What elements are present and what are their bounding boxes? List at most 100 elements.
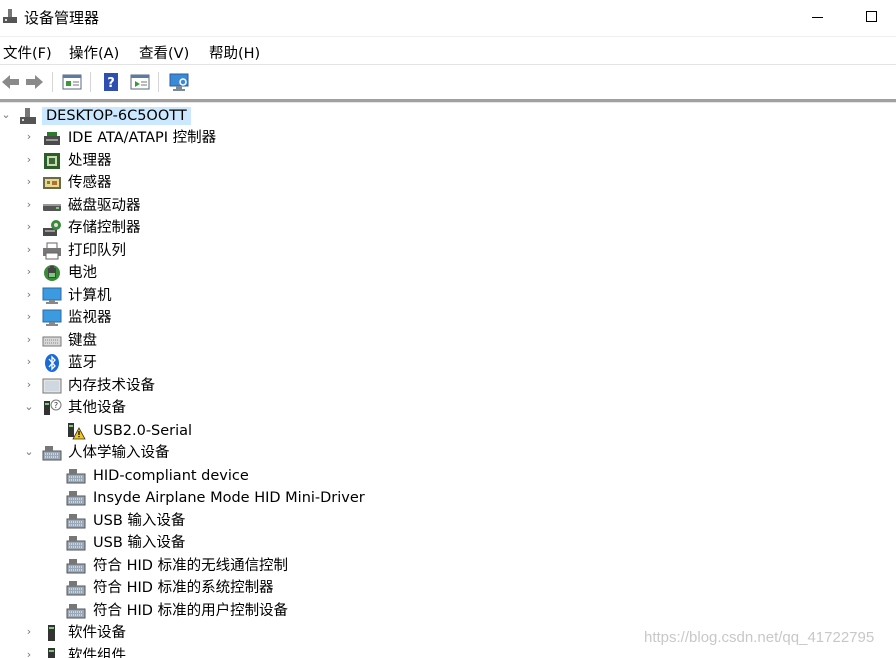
update-driver-icon[interactable] xyxy=(129,71,151,93)
disk-drive-icon xyxy=(43,204,61,211)
tree-category-label: 监视器 xyxy=(68,310,112,326)
help-icon[interactable]: ? xyxy=(100,71,122,93)
tree-device[interactable]: USB 输入设备 xyxy=(0,510,896,532)
title-bar: 设备管理器 xyxy=(0,0,896,34)
tree-category[interactable]: › 处理器 xyxy=(0,150,896,172)
storage-controller-icon xyxy=(43,220,61,236)
tree-device-label: 符合 HID 标准的系统控制器 xyxy=(93,580,274,596)
menu-action[interactable]: 操作(A) xyxy=(69,42,119,63)
tree-root[interactable]: ⌄ DESKTOP-6C5OOTT xyxy=(0,105,896,127)
tree-root-label: DESKTOP-6C5OOTT xyxy=(42,107,191,125)
device-tree: ⌄ DESKTOP-6C5OOTT › IDE ATA/ATAPI 控制器 › … xyxy=(0,103,896,658)
tree-category[interactable]: › 打印队列 xyxy=(0,240,896,262)
scan-hardware-icon[interactable] xyxy=(168,71,190,93)
tree-device-label: USB 输入设备 xyxy=(93,535,186,551)
computer-monitor-icon xyxy=(42,287,62,304)
back-arrow-icon[interactable] xyxy=(0,71,22,93)
tree-device[interactable]: Insyde Airplane Mode HID Mini-Driver xyxy=(0,487,896,509)
tree-device-label: 符合 HID 标准的无线通信控制 xyxy=(93,558,289,574)
forward-arrow-icon[interactable] xyxy=(23,71,45,93)
chevron-right-icon[interactable]: › xyxy=(23,220,35,234)
tree-device[interactable]: USB 输入设备 xyxy=(0,532,896,554)
minimize-button[interactable] xyxy=(808,6,828,28)
hid-device-icon xyxy=(66,491,86,506)
tree-category-label: 其他设备 xyxy=(68,400,126,416)
tree-category[interactable]: › 存储控制器 xyxy=(0,217,896,239)
tree-category-label: 键盘 xyxy=(68,333,97,349)
tree-category[interactable]: › IDE ATA/ATAPI 控制器 xyxy=(0,127,896,149)
tree-category[interactable]: › 电池 xyxy=(0,262,896,284)
properties-icon[interactable] xyxy=(61,71,83,93)
tree-device[interactable]: 符合 HID 标准的无线通信控制 xyxy=(0,555,896,577)
maximize-button[interactable] xyxy=(862,6,882,28)
hid-device-icon xyxy=(66,559,86,574)
chevron-right-icon[interactable]: › xyxy=(23,333,35,347)
menu-view[interactable]: 查看(V) xyxy=(139,42,189,63)
chevron-right-icon[interactable]: › xyxy=(23,378,35,392)
other-devices-icon: ? xyxy=(44,399,62,415)
tree-device[interactable]: 符合 HID 标准的系统控制器 xyxy=(0,577,896,599)
processor-icon xyxy=(44,153,60,169)
svg-text:?: ? xyxy=(54,401,58,410)
sensor-icon xyxy=(43,177,61,189)
tree-category[interactable]: › 软件组件 xyxy=(0,645,896,658)
hid-device-icon xyxy=(66,536,86,551)
hid-device-icon xyxy=(66,604,86,619)
tree-category[interactable]: ⌄ ? 其他设备 xyxy=(0,397,896,419)
battery-icon xyxy=(44,265,60,281)
tree-device[interactable]: 符合 HID 标准的用户控制设备 xyxy=(0,600,896,622)
tree-category-label: 处理器 xyxy=(68,153,112,169)
chevron-right-icon[interactable]: › xyxy=(23,243,35,257)
hid-device-icon xyxy=(66,514,86,529)
tree-category[interactable]: › 传感器 xyxy=(0,172,896,194)
tree-category[interactable]: › 内存技术设备 xyxy=(0,375,896,397)
tree-category-label: 软件设备 xyxy=(68,625,126,641)
tree-category-label: 传感器 xyxy=(68,175,112,191)
tree-category-label: 打印队列 xyxy=(68,243,126,259)
chevron-right-icon[interactable]: › xyxy=(23,265,35,279)
toolbar: ? xyxy=(0,64,896,99)
tree-category[interactable]: › 键盘 xyxy=(0,330,896,352)
toolbar-separator xyxy=(90,72,91,92)
memory-device-icon xyxy=(42,378,62,394)
chevron-right-icon[interactable]: › xyxy=(23,130,35,144)
chevron-down-icon[interactable]: ⌄ xyxy=(23,445,35,459)
keyboard-icon xyxy=(42,336,62,347)
toolbar-separator xyxy=(158,72,159,92)
chevron-right-icon[interactable]: › xyxy=(23,175,35,189)
chevron-right-icon[interactable]: › xyxy=(23,648,35,658)
tree-category[interactable]: › 蓝牙 xyxy=(0,352,896,374)
software-device-icon xyxy=(48,625,55,641)
tree-device[interactable]: USB2.0-Serial xyxy=(0,420,896,442)
menu-bar: 文件(F) 操作(A) 查看(V) 帮助(H) xyxy=(0,36,896,65)
chevron-down-icon[interactable]: ⌄ xyxy=(23,400,35,414)
tree-device[interactable]: HID-compliant device xyxy=(0,465,896,487)
tree-device-label: HID-compliant device xyxy=(93,468,249,484)
menu-help[interactable]: 帮助(H) xyxy=(209,42,260,63)
warning-device-icon xyxy=(68,423,86,440)
tree-category-label: IDE ATA/ATAPI 控制器 xyxy=(68,130,217,146)
chevron-right-icon[interactable]: › xyxy=(23,198,35,212)
bluetooth-icon xyxy=(45,354,59,372)
tree-category[interactable]: › 监视器 xyxy=(0,307,896,329)
software-component-icon xyxy=(48,648,55,658)
tree-device-label: USB 输入设备 xyxy=(93,513,186,529)
tree-category[interactable]: › 计算机 xyxy=(0,285,896,307)
tree-device-label: USB2.0-Serial xyxy=(93,423,193,439)
tree-category-label: 人体学输入设备 xyxy=(68,445,170,461)
tree-category-label: 蓝牙 xyxy=(68,355,97,371)
tree-category[interactable]: › 磁盘驱动器 xyxy=(0,195,896,217)
menu-file[interactable]: 文件(F) xyxy=(3,42,52,63)
chevron-right-icon[interactable]: › xyxy=(23,153,35,167)
tree-category-label: 电池 xyxy=(68,265,97,281)
chevron-down-icon[interactable]: ⌄ xyxy=(0,108,12,122)
chevron-right-icon[interactable]: › xyxy=(23,355,35,369)
tree-device-label: 符合 HID 标准的用户控制设备 xyxy=(93,603,289,619)
tree-category-label: 计算机 xyxy=(68,288,112,304)
tree-category-label: 内存技术设备 xyxy=(68,378,155,394)
tree-category[interactable]: ⌄ 人体学输入设备 xyxy=(0,442,896,464)
chevron-right-icon[interactable]: › xyxy=(23,288,35,302)
chevron-right-icon[interactable]: › xyxy=(23,625,35,639)
chevron-right-icon[interactable]: › xyxy=(23,310,35,324)
hid-device-icon xyxy=(66,469,86,484)
